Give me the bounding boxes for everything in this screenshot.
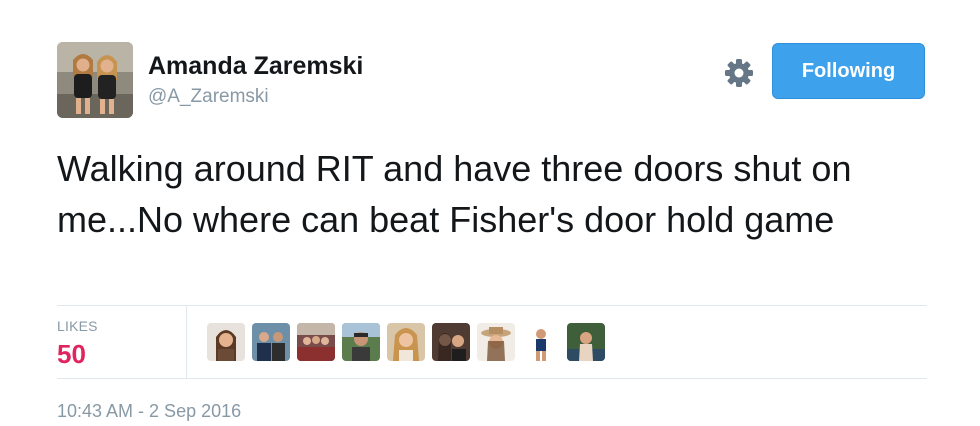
gear-icon[interactable] [722,56,756,90]
liker-avatar[interactable] [567,323,605,361]
tweet-text: Walking around RIT and have three doors … [57,148,852,240]
tweet-timestamp[interactable]: 10:43 AM - 2 Sep 2016 [57,401,241,422]
profile-avatar[interactable] [57,42,133,118]
liker-avatar[interactable] [522,323,560,361]
liker-avatar[interactable] [432,323,470,361]
liker-avatar[interactable] [207,323,245,361]
following-button[interactable]: Following [772,43,925,99]
stats-top-divider [57,305,927,306]
liker-avatar[interactable] [297,323,335,361]
stats-vertical-divider [186,306,187,378]
liker-avatar[interactable] [387,323,425,361]
liker-avatar[interactable] [342,323,380,361]
liker-avatar[interactable] [252,323,290,361]
likes-label: LIKES [57,318,98,334]
display-name[interactable]: Amanda Zaremski [148,52,363,81]
liker-avatars [207,323,605,361]
stats-bottom-divider [57,378,927,379]
screen-name[interactable]: @A_Zaremski [148,86,269,108]
tweet-card: Amanda Zaremski @A_Zaremski Following Wa… [0,0,980,426]
profile-photo-image [57,42,133,118]
likes-count[interactable]: 50 [57,339,86,370]
liker-avatar[interactable] [477,323,515,361]
